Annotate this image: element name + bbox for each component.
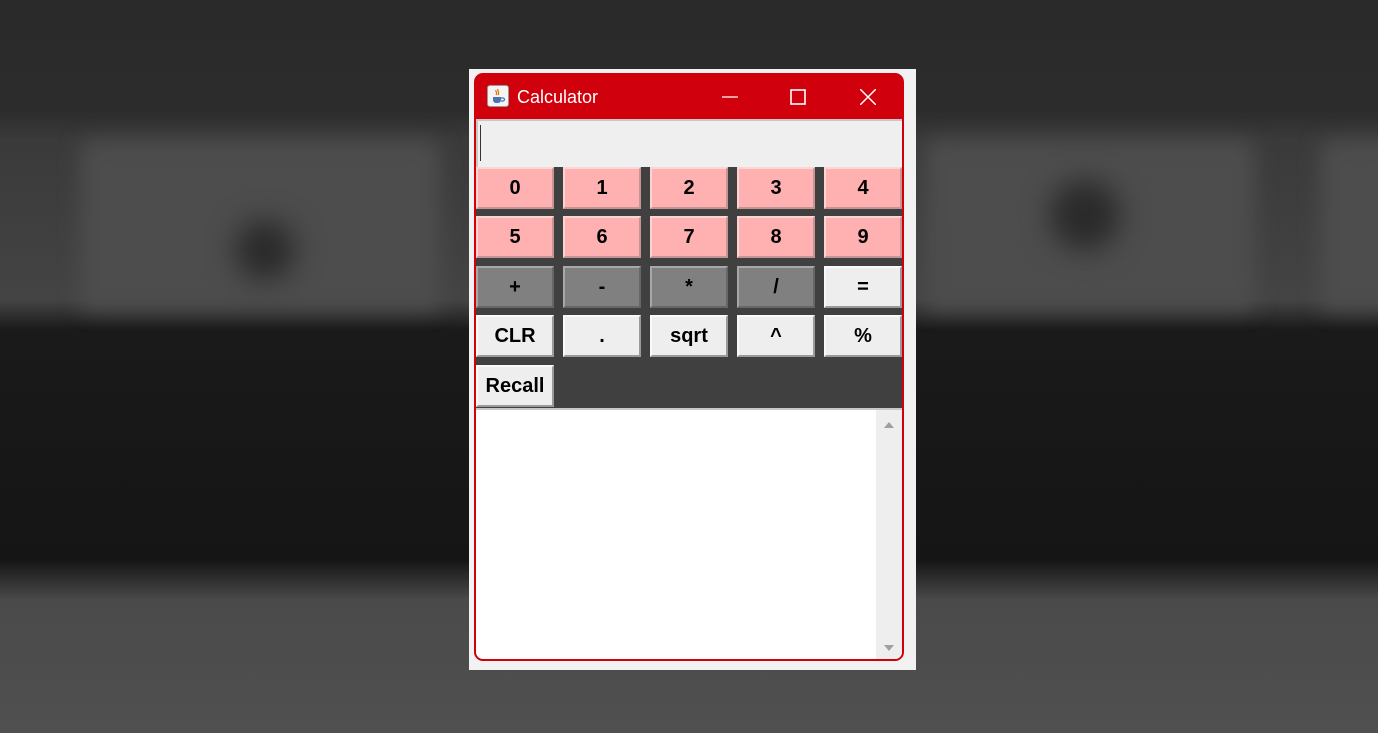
key-9[interactable]: 9 [824, 216, 902, 258]
maximize-icon [790, 89, 806, 105]
equals-button[interactable]: = [824, 266, 902, 308]
maximize-button[interactable] [766, 75, 830, 119]
java-cup-icon [487, 85, 509, 107]
display-field[interactable] [476, 119, 902, 167]
decimal-point-button[interactable]: . [563, 315, 641, 357]
title-bar[interactable]: Calculator [476, 75, 902, 119]
add-button[interactable]: + [476, 266, 554, 308]
key-3[interactable]: 3 [737, 167, 815, 209]
close-icon [860, 89, 876, 105]
history-text-area[interactable] [476, 408, 902, 659]
key-6[interactable]: 6 [563, 216, 641, 258]
calculator-window: Calculator 0 1 2 3 4 5 6 7 8 9 + - * / =… [474, 73, 904, 661]
window-title: Calculator [517, 87, 599, 107]
scroll-up-arrow-icon[interactable] [883, 420, 895, 430]
key-8[interactable]: 8 [737, 216, 815, 258]
square-root-button[interactable]: sqrt [650, 315, 728, 357]
subtract-button[interactable]: - [563, 266, 641, 308]
close-button[interactable] [836, 75, 900, 119]
recall-button[interactable]: Recall [476, 365, 554, 407]
key-1[interactable]: 1 [563, 167, 641, 209]
divide-button[interactable]: / [737, 266, 815, 308]
background-blur-blob [235, 220, 295, 280]
minimize-button[interactable] [698, 75, 762, 119]
minimize-icon [722, 96, 738, 98]
key-0[interactable]: 0 [476, 167, 554, 209]
percent-button[interactable]: % [824, 315, 902, 357]
multiply-button[interactable]: * [650, 266, 728, 308]
key-7[interactable]: 7 [650, 216, 728, 258]
clear-button[interactable]: CLR [476, 315, 554, 357]
key-2[interactable]: 2 [650, 167, 728, 209]
power-button[interactable]: ^ [737, 315, 815, 357]
scroll-down-arrow-icon[interactable] [883, 643, 895, 653]
vertical-scrollbar[interactable] [876, 410, 902, 659]
background-blur-panel [1320, 140, 1378, 310]
key-5[interactable]: 5 [476, 216, 554, 258]
background-blur-blob [1050, 180, 1120, 250]
text-caret [480, 125, 481, 161]
key-4[interactable]: 4 [824, 167, 902, 209]
